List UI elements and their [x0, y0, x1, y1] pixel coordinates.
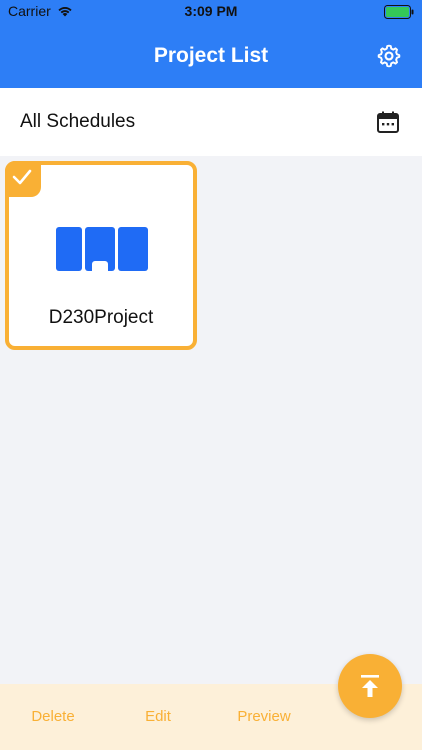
status-bar: Carrier 3:09 PM: [0, 0, 422, 24]
navigation-bar: Project List: [0, 24, 422, 88]
delete-button[interactable]: Delete: [22, 684, 84, 750]
schedule-filter-label: All Schedules: [20, 111, 136, 132]
clock: 3:09 PM: [184, 3, 238, 19]
schedule-filter[interactable]: All Schedules: [0, 88, 422, 156]
project-card[interactable]: D230Project: [5, 161, 197, 350]
project-name: D230Project: [48, 307, 154, 328]
checkmark-icon: [12, 169, 32, 185]
calendar-icon[interactable]: [376, 110, 400, 134]
upload-arrow-icon: [361, 675, 379, 697]
project-device-icon: [56, 227, 148, 275]
battery-icon: [384, 5, 414, 19]
selected-badge: [5, 161, 41, 197]
upload-button[interactable]: [338, 654, 402, 718]
page-title: Project List: [153, 44, 269, 67]
edit-button[interactable]: Edit: [132, 684, 184, 750]
gear-icon[interactable]: [376, 43, 402, 69]
preview-button[interactable]: Preview: [226, 684, 302, 750]
